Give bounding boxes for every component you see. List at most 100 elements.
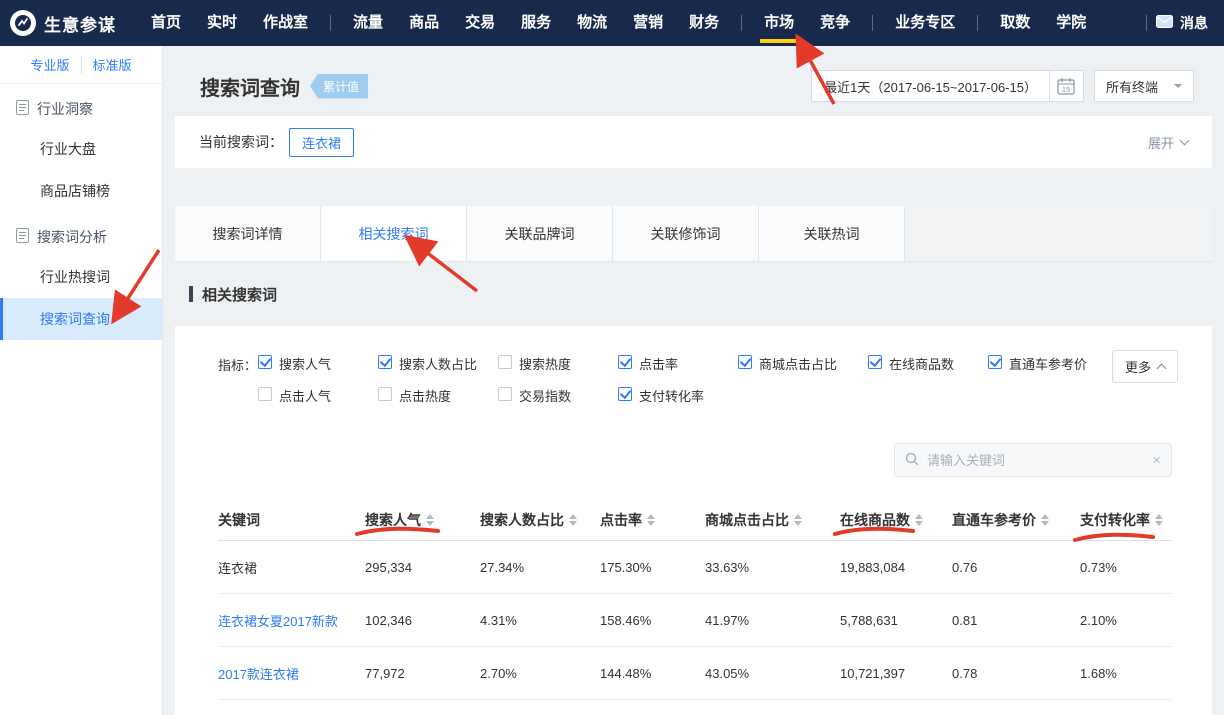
search-input[interactable] bbox=[927, 453, 1144, 468]
nav-item-data-extract[interactable]: 取数 bbox=[987, 0, 1043, 46]
value-cell: 43.05% bbox=[705, 666, 840, 681]
col-mall-click-ratio[interactable]: 商城点击占比 bbox=[705, 510, 840, 530]
sidebar-item-industry-hot-words[interactable]: 行业热搜词 bbox=[0, 256, 162, 298]
sort-icon[interactable] bbox=[569, 514, 577, 526]
sort-icon[interactable] bbox=[1155, 514, 1163, 526]
col-online-products[interactable]: 在线商品数 bbox=[840, 510, 952, 530]
nav-separator bbox=[872, 15, 873, 31]
col-payment-conversion[interactable]: 支付转化率 bbox=[1080, 510, 1172, 530]
value-cell: 2.70% bbox=[480, 666, 600, 681]
col-search-popularity[interactable]: 搜索人气 bbox=[365, 510, 480, 530]
section-title: 相关搜索词 bbox=[202, 284, 277, 305]
tab-related-hot-words[interactable]: 关联热词 bbox=[759, 206, 905, 261]
sort-icon[interactable] bbox=[426, 514, 434, 526]
column-label: 关键词 bbox=[218, 510, 260, 530]
metric-checkbox-search-heat[interactable]: 搜索热度 bbox=[498, 354, 618, 373]
nav-item-marketing[interactable]: 营销 bbox=[620, 0, 676, 46]
metric-label: 支付转化率 bbox=[639, 386, 704, 405]
expand-button[interactable]: 展开 bbox=[1148, 133, 1188, 152]
sort-icon[interactable] bbox=[1041, 514, 1049, 526]
tab-search-word-detail[interactable]: 搜索词详情 bbox=[175, 206, 321, 261]
nav-item-competition[interactable]: 竞争 bbox=[807, 0, 863, 46]
value-cell: 0.76 bbox=[952, 560, 1080, 575]
date-range-text: 最近1天（2017-06-15~2017-06-15） bbox=[812, 77, 1049, 96]
metric-checkbox-click-heat[interactable]: 点击热度 bbox=[378, 386, 498, 405]
nav-message-button[interactable]: 消息 bbox=[1156, 13, 1208, 33]
sidebar-tab-pro[interactable]: 专业版 bbox=[19, 55, 80, 74]
related-search-panel: 指标： 搜索人气 搜索人数占比 搜索热度 点击率 商城点击占比 在线商品数 直通… bbox=[175, 326, 1212, 715]
value-cell: 10,721,397 bbox=[840, 666, 952, 681]
nav-item-home[interactable]: 首页 bbox=[138, 0, 194, 46]
nav-item-goods[interactable]: 商品 bbox=[396, 0, 452, 46]
keyword-link[interactable]: 2017款连衣裙 bbox=[218, 664, 365, 683]
keyword-link[interactable]: 连衣裙女夏2017新款 bbox=[218, 611, 365, 630]
tab-related-modifier-words[interactable]: 关联修饰词 bbox=[613, 206, 759, 261]
sort-icon[interactable] bbox=[915, 514, 923, 526]
metric-checkbox-search-user-ratio[interactable]: 搜索人数占比 bbox=[378, 354, 498, 373]
more-button[interactable]: 更多 bbox=[1112, 350, 1178, 383]
value-cell: 295,334 bbox=[365, 560, 480, 575]
nav-separator bbox=[977, 15, 978, 31]
section-bar bbox=[189, 286, 193, 302]
cumulative-value-badge: 累计值 bbox=[310, 74, 368, 99]
chevron-down-icon bbox=[1174, 84, 1182, 92]
sidebar-item-search-word-query[interactable]: 搜索词查询 bbox=[0, 298, 162, 340]
table-row: 连衣裙 295,334 27.34% 175.30% 33.63% 19,883… bbox=[218, 541, 1172, 594]
nav-item-war-room[interactable]: 作战室 bbox=[250, 0, 321, 46]
nav-item-trade[interactable]: 交易 bbox=[452, 0, 508, 46]
sidebar-item-product-shop-rank[interactable]: 商品店铺榜 bbox=[0, 170, 162, 212]
metric-checkbox-click-rate[interactable]: 点击率 bbox=[618, 354, 738, 373]
date-range-picker[interactable]: 最近1天（2017-06-15~2017-06-15） 15 bbox=[811, 70, 1084, 102]
nav-item-realtime[interactable]: 实时 bbox=[194, 0, 250, 46]
terminal-filter-dropdown[interactable]: 所有终端 bbox=[1094, 70, 1194, 102]
nav-item-traffic[interactable]: 流量 bbox=[340, 0, 396, 46]
checkbox-icon bbox=[378, 387, 392, 401]
table-row: 2017款连衣裙 77,972 2.70% 144.48% 43.05% 10,… bbox=[218, 647, 1172, 700]
nav-separator bbox=[1146, 15, 1147, 31]
tab-related-brand-words[interactable]: 关联品牌词 bbox=[467, 206, 613, 261]
col-click-rate[interactable]: 点击率 bbox=[600, 510, 705, 530]
metric-checkbox-online-products[interactable]: 在线商品数 bbox=[868, 354, 988, 373]
nav-item-market[interactable]: 市场 bbox=[751, 0, 807, 46]
metric-checkbox-ztc-reference-price[interactable]: 直通车参考价 bbox=[988, 354, 1118, 373]
value-cell: 1.68% bbox=[1080, 666, 1172, 681]
nav-item-finance[interactable]: 财务 bbox=[676, 0, 732, 46]
metric-label: 搜索热度 bbox=[519, 354, 571, 373]
current-keyword-tag[interactable]: 连衣裙 bbox=[289, 128, 354, 157]
brand[interactable]: 生意参谋 bbox=[10, 10, 116, 36]
col-search-user-ratio[interactable]: 搜索人数占比 bbox=[480, 510, 600, 530]
calendar-icon[interactable]: 15 bbox=[1049, 71, 1083, 101]
col-keyword: 关键词 bbox=[218, 510, 365, 530]
top-navigation: 生意参谋 首页 实时 作战室 流量 商品 交易 服务 物流 营销 财务 市场 竞… bbox=[0, 0, 1224, 46]
clear-icon[interactable]: × bbox=[1152, 453, 1161, 468]
metric-checkbox-mall-click-ratio[interactable]: 商城点击占比 bbox=[738, 354, 868, 373]
value-cell: 27.34% bbox=[480, 560, 600, 575]
sidebar-group-industry-insight[interactable]: 行业洞察 bbox=[0, 90, 162, 128]
metric-checkbox-search-popularity[interactable]: 搜索人气 bbox=[258, 354, 378, 373]
metric-checkbox-click-popularity[interactable]: 点击人气 bbox=[258, 386, 378, 405]
nav-item-business-zone[interactable]: 业务专区 bbox=[882, 0, 968, 46]
metric-label: 点击热度 bbox=[399, 386, 451, 405]
group-header-label: 搜索词分析 bbox=[37, 227, 107, 247]
metric-checkbox-payment-conversion[interactable]: 支付转化率 bbox=[618, 386, 738, 405]
col-ztc-reference-price[interactable]: 直通车参考价 bbox=[952, 510, 1080, 530]
sidebar-tab-standard[interactable]: 标准版 bbox=[81, 55, 143, 74]
value-cell: 4.31% bbox=[480, 613, 600, 628]
sidebar-group-search-word-analysis[interactable]: 搜索词分析 bbox=[0, 218, 162, 256]
sort-icon[interactable] bbox=[647, 514, 655, 526]
checkbox-icon bbox=[498, 387, 512, 401]
nav-item-academy[interactable]: 学院 bbox=[1043, 0, 1099, 46]
nav-item-service[interactable]: 服务 bbox=[508, 0, 564, 46]
nav-item-logistics[interactable]: 物流 bbox=[564, 0, 620, 46]
metric-checkbox-trade-index[interactable]: 交易指数 bbox=[498, 386, 618, 405]
metrics-selector: 指标： 搜索人气 搜索人数占比 搜索热度 点击率 商城点击占比 在线商品数 直通… bbox=[218, 326, 1172, 405]
message-label: 消息 bbox=[1180, 13, 1208, 33]
column-label: 支付转化率 bbox=[1080, 510, 1150, 530]
search-icon bbox=[905, 452, 919, 469]
table-header-row: 关键词 搜索人气 搜索人数占比 点击率 商城点击占比 在线商品数 直通车参考价 … bbox=[218, 499, 1172, 541]
tab-related-search-words[interactable]: 相关搜索词 bbox=[321, 206, 467, 261]
sidebar-item-industry-overview[interactable]: 行业大盘 bbox=[0, 128, 162, 170]
current-search-card: 当前搜索词： 连衣裙 展开 bbox=[175, 116, 1212, 168]
sort-icon[interactable] bbox=[794, 514, 802, 526]
metric-label: 搜索人气 bbox=[279, 354, 331, 373]
